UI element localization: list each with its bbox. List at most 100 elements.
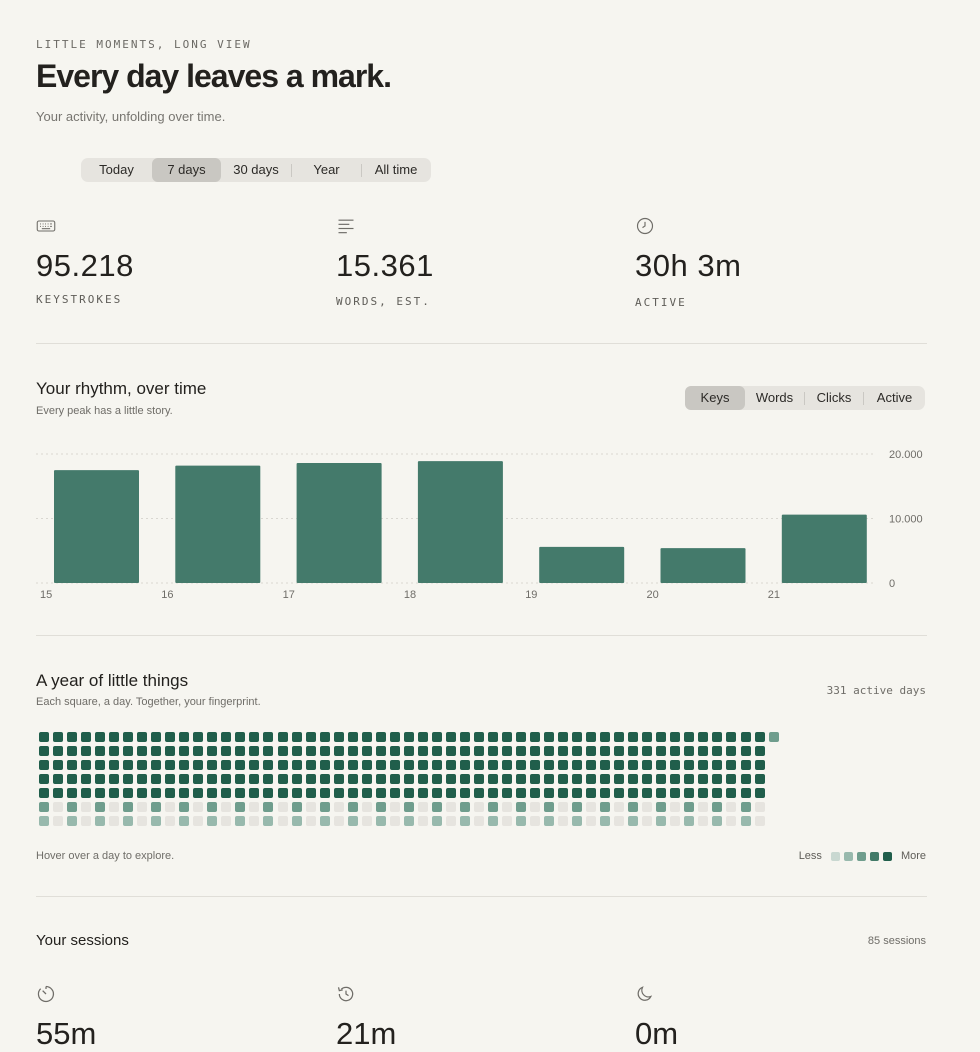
heatmap-day[interactable] (193, 774, 204, 784)
heatmap-day[interactable] (642, 746, 653, 756)
heatmap-day[interactable] (614, 774, 625, 784)
heatmap-day[interactable] (487, 816, 498, 826)
heatmap-day[interactable] (193, 746, 204, 756)
heatmap-day[interactable] (123, 816, 134, 826)
heatmap-day[interactable] (179, 816, 190, 826)
heatmap-day[interactable] (642, 802, 653, 812)
heatmap-day[interactable] (670, 788, 681, 798)
heatmap-day[interactable] (53, 774, 64, 784)
heatmap-day[interactable] (656, 746, 667, 756)
heatmap-day[interactable] (544, 774, 555, 784)
heatmap-day[interactable] (67, 760, 78, 770)
heatmap-day[interactable] (277, 788, 288, 798)
heatmap-day[interactable] (333, 816, 344, 826)
heatmap-day[interactable] (487, 802, 498, 812)
heatmap-day[interactable] (572, 774, 583, 784)
heatmap-day[interactable] (123, 760, 134, 770)
heatmap-day[interactable] (361, 732, 372, 742)
heatmap-day[interactable] (249, 788, 260, 798)
heatmap-day[interactable] (361, 746, 372, 756)
heatmap-day[interactable] (67, 774, 78, 784)
heatmap-day[interactable] (516, 802, 527, 812)
tab-clicks[interactable]: Clicks (805, 386, 863, 410)
heatmap-day[interactable] (81, 732, 92, 742)
heatmap-day[interactable] (628, 732, 639, 742)
heatmap-day[interactable] (361, 802, 372, 812)
heatmap-day[interactable] (754, 732, 765, 742)
heatmap-day[interactable] (473, 774, 484, 784)
heatmap-day[interactable] (403, 732, 414, 742)
heatmap-day[interactable] (137, 760, 148, 770)
heatmap-day[interactable] (305, 816, 316, 826)
heatmap-day[interactable] (656, 802, 667, 812)
heatmap-day[interactable] (165, 774, 176, 784)
heatmap-day[interactable] (431, 788, 442, 798)
heatmap-day[interactable] (81, 802, 92, 812)
heatmap-day[interactable] (319, 788, 330, 798)
heatmap-day[interactable] (305, 774, 316, 784)
heatmap-day[interactable] (712, 732, 723, 742)
heatmap-day[interactable] (558, 732, 569, 742)
heatmap-day[interactable] (754, 788, 765, 798)
heatmap-day[interactable] (165, 746, 176, 756)
bar-day-15[interactable] (54, 470, 139, 583)
heatmap-day[interactable] (501, 816, 512, 826)
heatmap-day[interactable] (740, 746, 751, 756)
heatmap-day[interactable] (698, 774, 709, 784)
heatmap-day[interactable] (389, 774, 400, 784)
heatmap-day[interactable] (291, 816, 302, 826)
heatmap-day[interactable] (600, 788, 611, 798)
heatmap-day[interactable] (558, 746, 569, 756)
heatmap-day[interactable] (221, 774, 232, 784)
heatmap-day[interactable] (754, 802, 765, 812)
heatmap-day[interactable] (361, 760, 372, 770)
heatmap-day[interactable] (572, 802, 583, 812)
heatmap-day[interactable] (754, 774, 765, 784)
heatmap-day[interactable] (417, 816, 428, 826)
heatmap-day[interactable] (642, 760, 653, 770)
heatmap-day[interactable] (81, 788, 92, 798)
heatmap-day[interactable] (544, 746, 555, 756)
heatmap-day[interactable] (109, 760, 120, 770)
heatmap-day[interactable] (726, 760, 737, 770)
heatmap-day[interactable] (277, 816, 288, 826)
heatmap-day[interactable] (501, 760, 512, 770)
heatmap-day[interactable] (151, 746, 162, 756)
heatmap-day[interactable] (544, 802, 555, 812)
heatmap-day[interactable] (263, 760, 274, 770)
heatmap-day[interactable] (698, 816, 709, 826)
heatmap-day[interactable] (39, 816, 49, 826)
heatmap-day[interactable] (473, 732, 484, 742)
heatmap-day[interactable] (614, 788, 625, 798)
heatmap-day[interactable] (530, 802, 541, 812)
heatmap-day[interactable] (473, 816, 484, 826)
heatmap-day[interactable] (544, 816, 555, 826)
heatmap-day[interactable] (375, 732, 386, 742)
heatmap-day[interactable] (389, 732, 400, 742)
heatmap-day[interactable] (193, 816, 204, 826)
heatmap-day[interactable] (193, 802, 204, 812)
heatmap-day[interactable] (754, 746, 765, 756)
heatmap-day[interactable] (558, 760, 569, 770)
heatmap-day[interactable] (179, 746, 190, 756)
heatmap-day[interactable] (235, 732, 246, 742)
heatmap-day[interactable] (207, 788, 218, 798)
heatmap-day[interactable] (235, 802, 246, 812)
heatmap-day[interactable] (347, 760, 358, 770)
heatmap-day[interactable] (670, 760, 681, 770)
bar-day-20[interactable] (660, 548, 746, 583)
heatmap-day[interactable] (179, 732, 190, 742)
heatmap-day[interactable] (614, 732, 625, 742)
heatmap-day[interactable] (39, 760, 49, 770)
heatmap-day[interactable] (445, 774, 456, 784)
heatmap-day[interactable] (487, 760, 498, 770)
heatmap-day[interactable] (586, 816, 597, 826)
heatmap-day[interactable] (740, 816, 751, 826)
heatmap-day[interactable] (179, 788, 190, 798)
heatmap-day[interactable] (67, 816, 78, 826)
heatmap-day[interactable] (684, 774, 695, 784)
heatmap-day[interactable] (109, 746, 120, 756)
bar-day-19[interactable] (539, 546, 625, 583)
heatmap-day[interactable] (628, 774, 639, 784)
heatmap-day[interactable] (656, 816, 667, 826)
